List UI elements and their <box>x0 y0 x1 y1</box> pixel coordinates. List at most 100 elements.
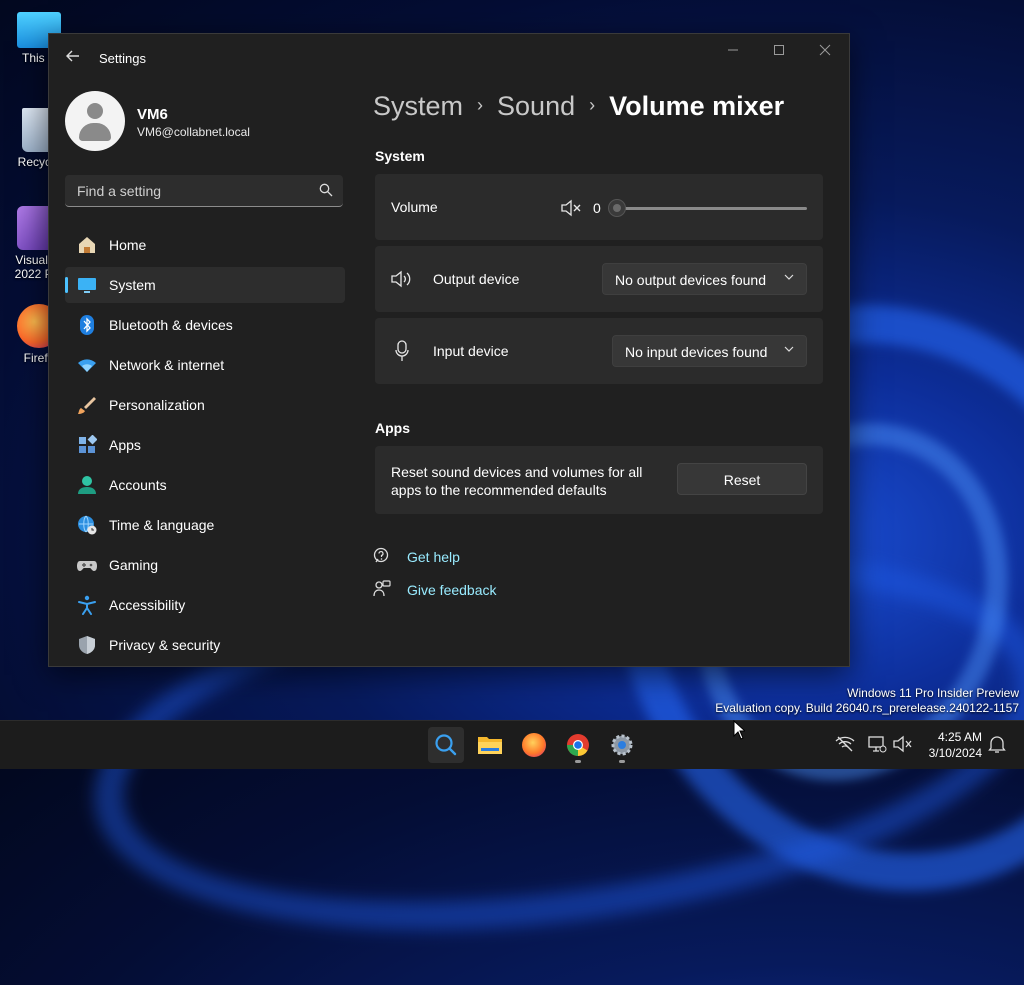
watermark-line: Evaluation copy. Build 26040.rs_prerelea… <box>715 701 1019 715</box>
profile-name: VM6 <box>137 106 168 123</box>
minimize-icon <box>728 49 738 51</box>
reset-description-line: Reset sound devices and volumes for all <box>391 464 643 480</box>
gamepad-icon <box>77 561 97 571</box>
output-device-card: Output device No output devices found <box>375 246 823 312</box>
watermark-line: Windows 11 Pro Insider Preview <box>847 686 1019 700</box>
sidebar-item-label: Accounts <box>109 477 167 493</box>
volume-label: Volume <box>391 199 438 215</box>
sidebar-item-accessibility[interactable]: Accessibility <box>65 587 345 623</box>
section-heading-apps: Apps <box>375 420 410 436</box>
system-clock[interactable]: 4:25 AM 3/10/2024 <box>924 729 982 761</box>
output-device-label: Output device <box>433 271 520 287</box>
sidebar-item-gaming[interactable]: Gaming <box>65 547 345 583</box>
sidebar-item-label: Personalization <box>109 397 205 413</box>
sidebar-item-accounts[interactable]: Accounts <box>65 467 345 503</box>
speaker-muted-icon[interactable] <box>561 199 583 217</box>
running-indicator <box>619 760 625 763</box>
sidebar-item-label: Privacy & security <box>109 637 221 653</box>
sidebar-item-label: Home <box>109 237 147 253</box>
input-device-dropdown[interactable]: No input devices found <box>612 335 807 367</box>
feedback-icon <box>373 580 391 597</box>
volume-value: 0 <box>593 200 601 216</box>
clock-date: 3/10/2024 <box>928 746 982 760</box>
settings-gear-icon <box>611 734 633 756</box>
microphone-icon <box>395 340 409 361</box>
taskbar-file-explorer[interactable] <box>472 727 508 763</box>
help-icon <box>373 547 389 563</box>
sidebar-item-label: Time & language <box>109 517 215 533</box>
taskbar-chrome[interactable] <box>560 727 596 763</box>
minimize-button[interactable] <box>721 42 745 60</box>
close-icon <box>819 44 831 56</box>
monitor-icon <box>78 278 96 293</box>
page-title: Volume mixer <box>609 91 785 121</box>
give-feedback-link[interactable]: Give feedback <box>407 582 497 598</box>
profile-email: VM6@collabnet.local <box>137 125 250 139</box>
sidebar-item-label: Accessibility <box>109 597 186 613</box>
back-button[interactable] <box>63 48 83 68</box>
volume-slider-track[interactable] <box>617 207 807 210</box>
person-icon <box>78 476 96 494</box>
title-bar: Settings <box>49 34 849 80</box>
input-device-label: Input device <box>433 343 509 359</box>
wifi-icon <box>78 359 96 372</box>
volume-slider-thumb[interactable] <box>608 199 626 217</box>
get-help-link[interactable]: Get help <box>407 549 460 565</box>
reset-button[interactable]: Reset <box>677 463 807 495</box>
maximize-button[interactable] <box>767 42 791 60</box>
active-indicator <box>65 277 68 293</box>
search-box[interactable] <box>65 175 343 207</box>
network-wired-icon[interactable] <box>867 734 887 754</box>
output-device-selected: No output devices found <box>615 272 766 288</box>
sidebar-item-home[interactable]: Home <box>65 227 345 263</box>
taskbar-settings[interactable] <box>604 727 640 763</box>
user-profile[interactable]: VM6 VM6@collabnet.local <box>65 91 345 151</box>
chevron-down-icon <box>784 346 794 352</box>
input-device-card: Input device No input devices found <box>375 318 823 384</box>
search-icon <box>435 734 457 756</box>
sidebar-item-system[interactable]: System <box>65 267 345 303</box>
sidebar-item-apps[interactable]: Apps <box>65 427 345 463</box>
sidebar-item-personalization[interactable]: Personalization <box>65 387 345 423</box>
breadcrumb-separator: › <box>589 95 596 115</box>
sidebar-nav: Home System Bluetooth & devices Network … <box>65 227 345 666</box>
notification-bell-icon[interactable] <box>987 734 1007 754</box>
speaker-icon <box>391 270 411 288</box>
network-disconnected-icon[interactable] <box>835 734 855 754</box>
sidebar-item-bluetooth[interactable]: Bluetooth & devices <box>65 307 345 343</box>
sidebar-item-label: Apps <box>109 437 141 453</box>
close-button[interactable] <box>813 42 837 60</box>
sidebar-item-time-language[interactable]: Time & language <box>65 507 345 543</box>
search-icon[interactable] <box>319 183 333 197</box>
sidebar-item-privacy[interactable]: Privacy & security <box>65 627 345 663</box>
sidebar-item-label: System <box>109 277 156 293</box>
breadcrumb-system[interactable]: System <box>373 91 463 121</box>
running-indicator <box>575 760 581 763</box>
chevron-down-icon <box>784 274 794 280</box>
search-input[interactable] <box>75 181 309 201</box>
avatar-head <box>87 103 103 119</box>
firefox-icon <box>522 733 546 757</box>
chrome-icon <box>567 734 589 756</box>
avatar-body <box>79 123 111 141</box>
sidebar-item-network[interactable]: Network & internet <box>65 347 345 383</box>
apps-icon <box>79 435 97 453</box>
taskbar-firefox[interactable] <box>516 727 552 763</box>
section-heading-system: System <box>375 148 425 164</box>
breadcrumb-sound[interactable]: Sound <box>497 91 575 121</box>
file-explorer-icon <box>478 737 502 754</box>
output-device-dropdown[interactable]: No output devices found <box>602 263 807 295</box>
breadcrumb-separator: › <box>477 95 484 115</box>
maximize-icon <box>774 45 784 55</box>
avatar <box>65 91 125 151</box>
input-device-selected: No input devices found <box>625 344 768 360</box>
window-title: Settings <box>99 51 146 66</box>
bluetooth-icon <box>80 315 94 335</box>
reset-description-line: apps to the recommended defaults <box>391 482 607 498</box>
breadcrumb: System › Sound › Volume mixer <box>373 91 784 122</box>
back-arrow-icon <box>66 50 79 62</box>
sidebar-item-label: Gaming <box>109 557 159 573</box>
volume-muted-icon[interactable] <box>893 734 913 754</box>
taskbar-search-button[interactable] <box>428 727 464 763</box>
globe-clock-icon <box>78 515 97 535</box>
